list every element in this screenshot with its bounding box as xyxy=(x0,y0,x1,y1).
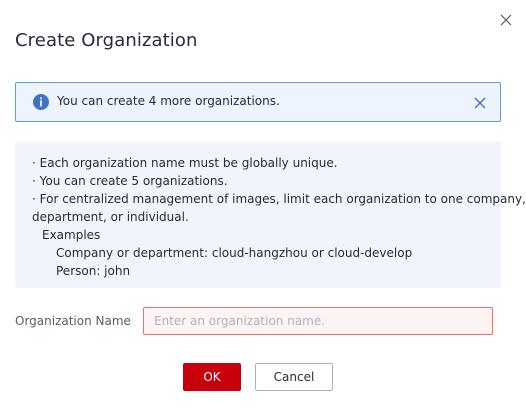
ok-button[interactable]: OK xyxy=(183,363,241,391)
example-company: Company or department: cloud-hangzhou or… xyxy=(56,246,413,260)
create-organization-dialog: Create Organization You can create 4 mor… xyxy=(0,0,526,412)
rule-limit: · You can create 5 organizations. xyxy=(32,174,228,188)
example-person: Person: john xyxy=(56,264,131,278)
rule-centralized: · For centralized management of images, … xyxy=(32,192,526,206)
banner-close-icon[interactable] xyxy=(473,95,487,109)
cancel-button[interactable]: Cancel xyxy=(255,363,333,391)
rule-centralized-continued: department, or individual. xyxy=(32,210,189,224)
examples-heading: Examples xyxy=(42,228,101,242)
naming-rules-panel: · Each organization name must be globall… xyxy=(15,142,526,288)
dialog-title: Create Organization xyxy=(15,30,198,51)
rule-unique: · Each organization name must be globall… xyxy=(32,156,338,170)
info-banner-text: You can create 4 more organizations. xyxy=(57,94,280,108)
info-icon xyxy=(33,94,49,110)
organization-name-input[interactable] xyxy=(143,307,493,335)
info-banner: You can create 4 more organizations. xyxy=(15,82,501,122)
organization-name-label: Organization Name xyxy=(15,314,131,328)
dialog-close-icon[interactable] xyxy=(496,10,516,30)
